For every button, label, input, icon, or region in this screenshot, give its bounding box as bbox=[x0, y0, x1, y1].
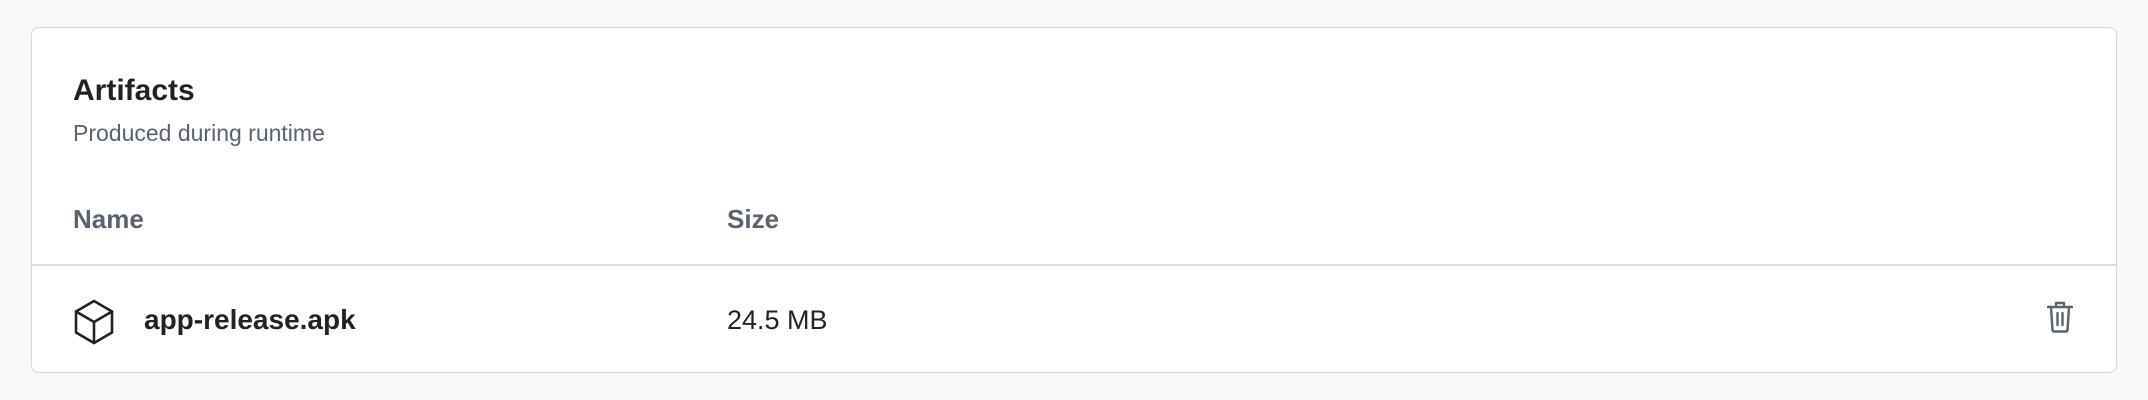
delete-artifact-button[interactable] bbox=[2040, 298, 2080, 338]
section-title: Artifacts bbox=[73, 74, 195, 107]
column-header-size: Size bbox=[727, 204, 780, 234]
artifacts-card: Artifacts Produced during runtime Name S… bbox=[31, 27, 2117, 373]
artifact-name-link[interactable]: app-release.apk bbox=[144, 306, 356, 334]
trash-icon bbox=[2046, 301, 2074, 336]
column-header-name: Name bbox=[73, 204, 144, 234]
section-subtitle: Produced during runtime bbox=[73, 120, 325, 146]
package-icon bbox=[72, 298, 116, 346]
artifact-row: app-release.apk 24.5 MB bbox=[32, 266, 2116, 372]
artifact-size: 24.5 MB bbox=[727, 305, 828, 335]
